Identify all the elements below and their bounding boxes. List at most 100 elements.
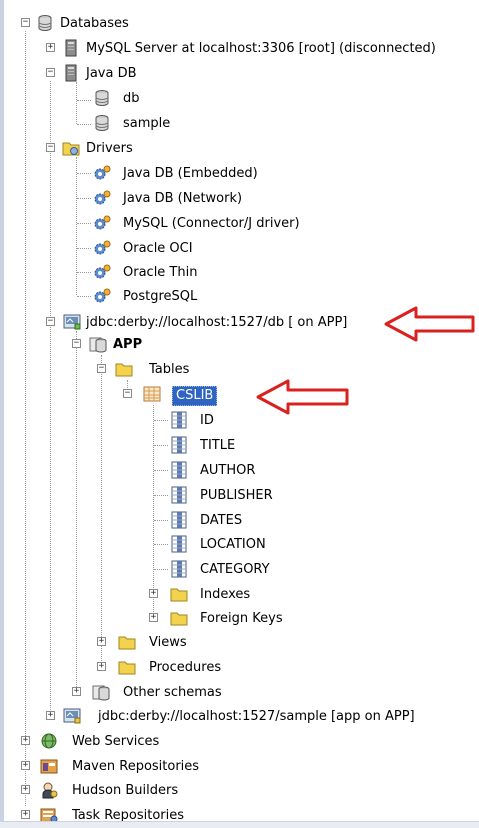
tree-node-driver[interactable]: Oracle OCI — [0, 239, 479, 259]
node-label: Tables — [149, 362, 190, 377]
expand-toggle[interactable]: + — [46, 711, 55, 720]
node-label: Java DB (Embedded) — [123, 166, 258, 181]
tree-node-hudson-builders[interactable]: + Hudson Builders — [0, 781, 479, 801]
schema-icon — [92, 685, 110, 701]
driver-gear-icon — [94, 165, 111, 180]
tree-node-driver[interactable]: MySQL (Connector/J driver) — [0, 214, 479, 234]
expand-toggle[interactable]: + — [21, 785, 30, 794]
tree-node-other-schemas[interactable]: + Other schemas — [0, 683, 479, 703]
driver-gear-icon — [94, 190, 111, 205]
tree-node-driver[interactable]: PostgreSQL — [0, 287, 479, 307]
globe-icon — [41, 733, 57, 749]
tree-node-procedures[interactable]: + Procedures — [0, 658, 479, 678]
node-label: MySQL (Connector/J driver) — [123, 216, 300, 231]
tree-node-column[interactable]: AUTHOR — [0, 461, 479, 481]
node-label: LOCATION — [200, 537, 266, 552]
expand-toggle[interactable]: + — [21, 810, 30, 819]
tree-node-java-db[interactable]: − Java DB — [0, 64, 479, 84]
collapse-toggle[interactable]: − — [46, 68, 55, 77]
column-icon — [171, 436, 187, 454]
driver-gear-icon — [94, 240, 111, 255]
tree-node-column[interactable]: LOCATION — [0, 535, 479, 555]
node-label: Procedures — [149, 660, 222, 675]
tree-node-indexes[interactable]: + Indexes — [0, 585, 479, 605]
database-icon — [95, 90, 109, 106]
node-label: Databases — [60, 16, 129, 31]
server-icon — [65, 39, 77, 57]
expand-toggle[interactable]: + — [97, 637, 106, 646]
collapse-toggle[interactable]: − — [46, 143, 55, 152]
expand-toggle[interactable]: + — [149, 589, 158, 598]
collapse-toggle[interactable]: − — [46, 317, 55, 326]
node-label: DATES — [200, 513, 243, 528]
annotation-arrow-icon — [384, 306, 475, 342]
column-icon — [171, 535, 187, 553]
tree-node-column[interactable]: ID — [0, 411, 479, 431]
node-label: Maven Repositories — [72, 759, 200, 774]
tree-node-driver[interactable]: Java DB (Network) — [0, 189, 479, 209]
tree-node-table-cslib[interactable]: − CSLIB — [0, 385, 479, 406]
driver-gear-icon — [94, 288, 111, 303]
tree-node-column[interactable]: TITLE — [0, 436, 479, 456]
tree-node-tables[interactable]: − Tables — [0, 360, 479, 380]
node-label: Web Services — [72, 734, 160, 749]
tree-node-db[interactable]: db — [0, 89, 479, 109]
node-label: Java DB — [86, 66, 137, 81]
tree-node-mysql-server[interactable]: + MySQL Server at localhost:3306 [root] … — [0, 39, 479, 59]
node-label: sample — [123, 116, 171, 131]
expand-toggle[interactable]: + — [97, 662, 106, 671]
collapse-toggle[interactable]: − — [123, 389, 132, 398]
node-label: db — [123, 91, 140, 106]
schema-icon — [89, 337, 107, 353]
tree-node-maven-repositories[interactable]: + Maven Repositories — [0, 757, 479, 777]
node-label: Other schemas — [123, 685, 222, 700]
node-label: Hudson Builders — [72, 783, 179, 798]
tree-node-column[interactable]: CATEGORY — [0, 560, 479, 580]
tree-node-connection-sample[interactable]: + jdbc:derby://localhost:1527/sample [ap… — [0, 707, 479, 727]
tree-node-foreign-keys[interactable]: + Foreign Keys — [0, 609, 479, 629]
tree-node-drivers[interactable]: − Drivers — [0, 139, 479, 159]
folder-icon — [118, 661, 136, 675]
butler-icon — [42, 782, 58, 799]
node-label: Java DB (Network) — [123, 191, 243, 206]
node-label-selected: CSLIB — [172, 386, 218, 406]
node-label: Indexes — [200, 587, 251, 602]
repository-icon — [40, 759, 58, 774]
folder-icon — [118, 636, 136, 650]
database-icon — [38, 15, 52, 31]
column-icon — [171, 411, 187, 429]
tree-node-column[interactable]: DATES — [0, 511, 479, 531]
tree-node-sample[interactable]: sample — [0, 114, 479, 134]
column-icon — [171, 486, 187, 504]
connection-icon — [63, 314, 81, 330]
node-label: PUBLISHER — [200, 488, 273, 503]
column-icon — [171, 461, 187, 479]
driver-gear-icon — [94, 264, 111, 279]
tree-node-web-services[interactable]: + Web Services — [0, 732, 479, 752]
node-label: APP — [113, 337, 143, 352]
node-label: jdbc:derby://localhost:1527/db [ on APP] — [86, 315, 348, 330]
annotation-arrow-icon — [256, 379, 349, 415]
column-icon — [171, 560, 187, 578]
node-label: ID — [200, 413, 214, 428]
expand-toggle[interactable]: + — [149, 613, 158, 622]
expand-toggle[interactable]: + — [72, 687, 81, 696]
collapse-toggle[interactable]: − — [97, 364, 106, 373]
tree-node-column[interactable]: PUBLISHER — [0, 486, 479, 506]
node-label: CATEGORY — [200, 562, 270, 577]
tree-node-databases[interactable]: − Databases — [0, 14, 479, 34]
collapse-toggle[interactable]: − — [72, 339, 81, 348]
folder-icon — [115, 363, 133, 377]
node-label: Drivers — [86, 141, 133, 156]
tree-node-driver[interactable]: Java DB (Embedded) — [0, 164, 479, 184]
node-label: Oracle OCI — [123, 241, 193, 256]
tree-node-views[interactable]: + Views — [0, 633, 479, 653]
expand-toggle[interactable]: + — [46, 43, 55, 52]
collapse-toggle[interactable]: − — [21, 18, 30, 27]
expand-toggle[interactable]: + — [21, 761, 30, 770]
panel-bottom-edge — [0, 821, 479, 828]
tree-node-driver[interactable]: Oracle Thin — [0, 263, 479, 283]
node-label: Views — [149, 635, 187, 650]
expand-toggle[interactable]: + — [21, 736, 30, 745]
node-label: MySQL Server at localhost:3306 [root] (d… — [86, 41, 436, 56]
